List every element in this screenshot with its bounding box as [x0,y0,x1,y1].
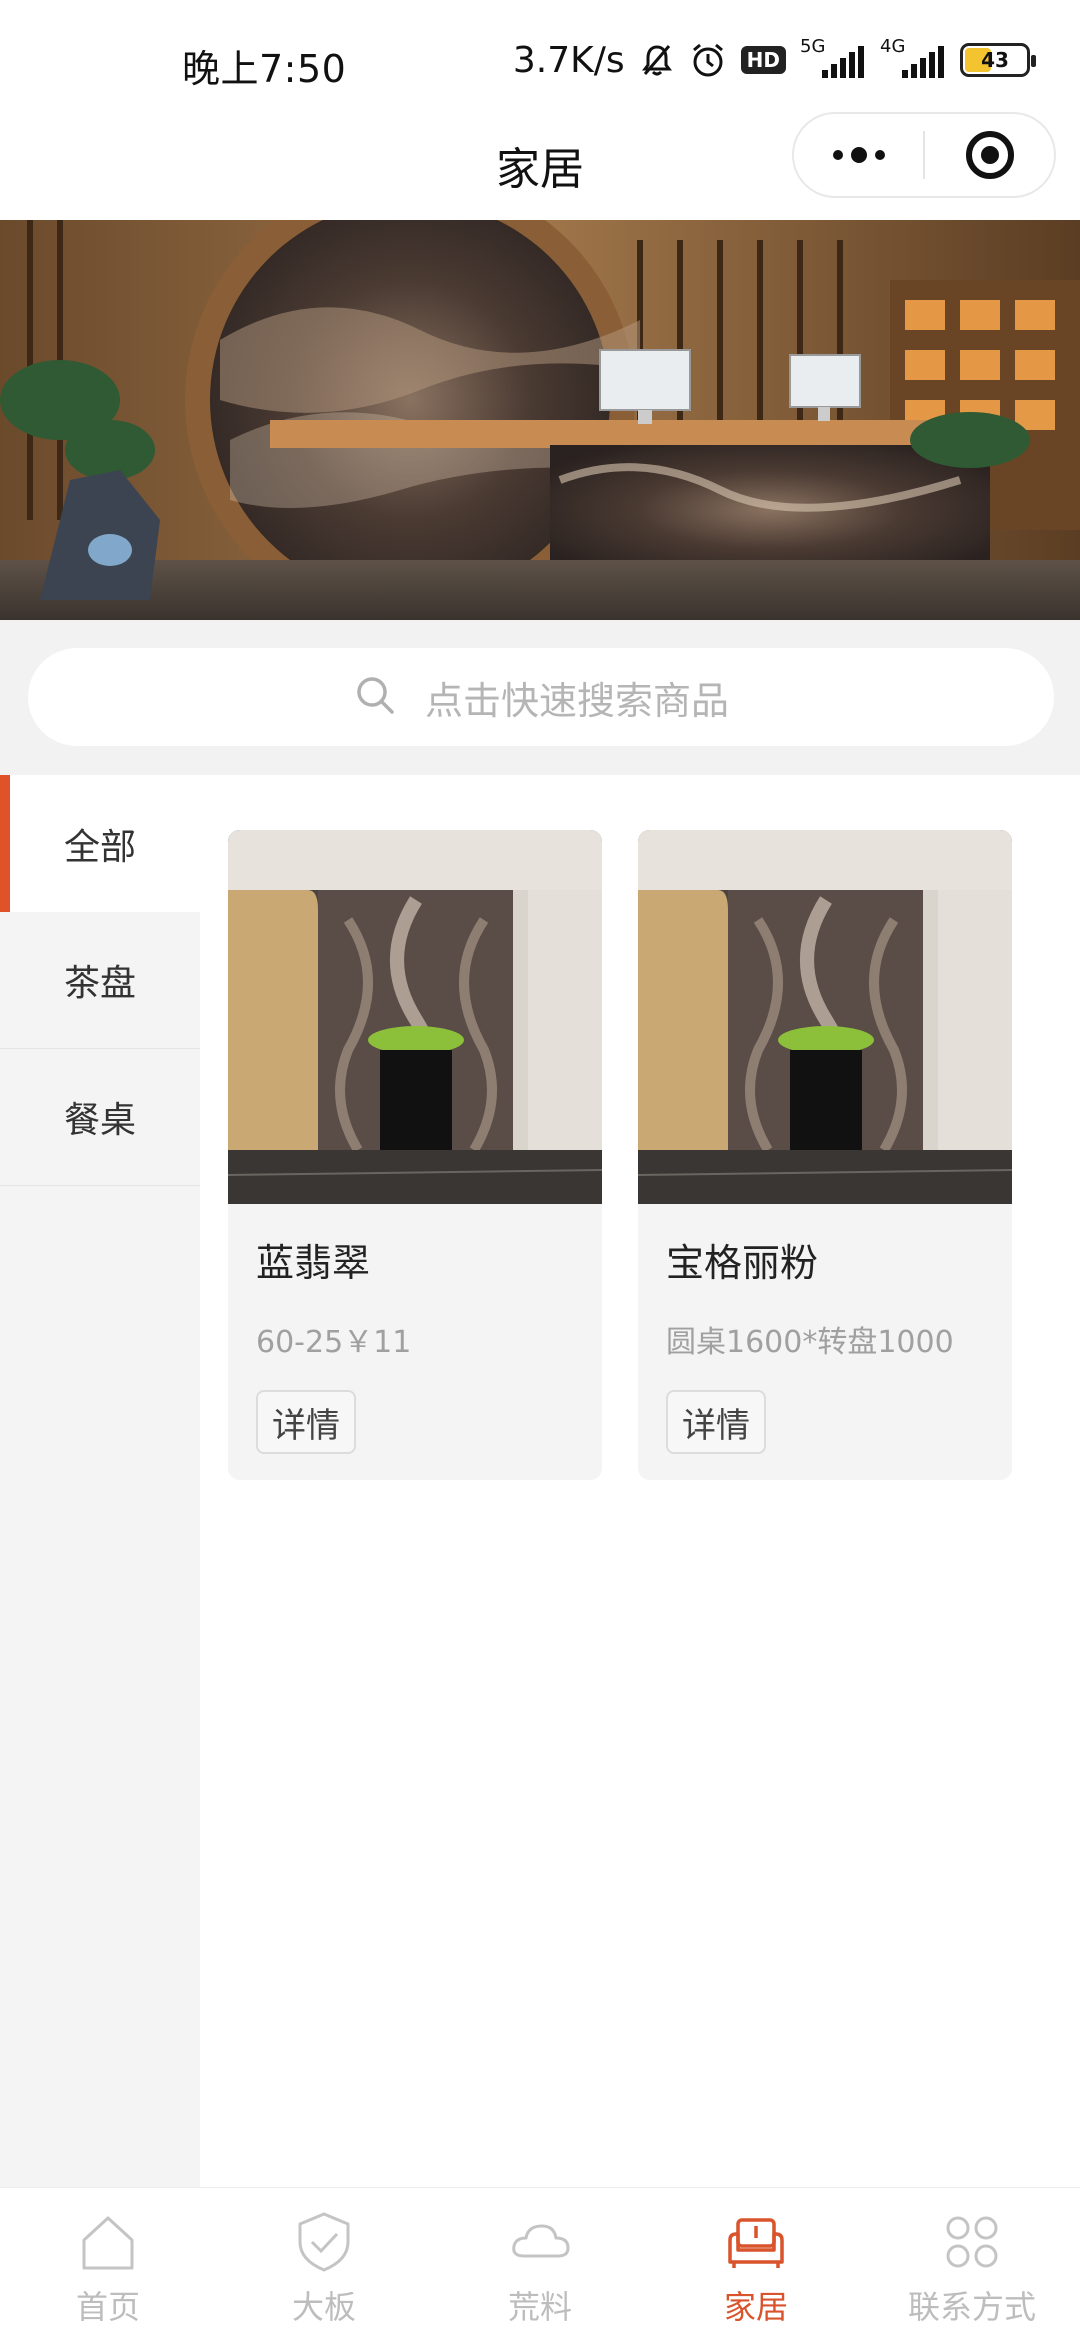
product-spec: 圆桌1600*转盘1000 [666,1325,954,1360]
product-image[interactable] [228,830,602,1204]
banner-illustration [0,220,1080,620]
more-dot-right [874,150,885,160]
product-image[interactable] [638,830,1012,1204]
target-icon-dot [980,146,999,164]
signal-bars-icon [822,46,864,78]
tab-label: 家居 [723,2288,788,2326]
mute-bell-icon [639,42,675,78]
product-card[interactable]: 蓝翡翠 60-25￥11 详情 [228,830,602,1480]
app-page: 晚上7:50 3.7K/s HD 5G 4G 43 家居 点击快速搜索商品 全部… [0,0,1080,2340]
product-name: 蓝翡翠 [256,1241,371,1285]
alarm-icon [689,41,727,79]
product-card[interactable]: 宝格丽粉 圆桌1600*转盘1000 详情 [638,830,1012,1480]
tab-label: 联系方式 [907,2288,1036,2326]
category-sidebar: 全部 茶盘 餐桌 [0,775,200,2187]
sidebar-item-label: 全部 [63,826,136,868]
target-icon [965,131,1014,179]
status-indicators: 3.7K/s HD 5G 4G 43 [512,36,1036,84]
more-dots-icon [832,150,843,160]
mini-program-capsule [792,112,1056,198]
product-image-art [228,830,602,1204]
tab-home-furnishing[interactable]: 家居 [648,2188,864,2340]
sidebar-item-label: 餐桌 [63,1100,136,1141]
battery-level: 43 [981,48,1009,72]
tab-contact[interactable]: 联系方式 [864,2188,1080,2340]
sidebar-item-label: 茶盘 [63,963,136,1004]
search-area: 点击快速搜索商品 [0,620,1080,775]
tab-label: 首页 [75,2288,140,2326]
sofa-icon [728,2218,784,2268]
battery-icon: 43 [960,43,1036,77]
signal-bars-icon [902,46,944,78]
tab-label: 大板 [291,2288,356,2326]
status-bar: 晚上7:50 3.7K/s HD 5G 4G 43 [0,0,1080,120]
product-spec: 60-25￥11 [256,1325,412,1360]
network-speed: 3.7K/s [512,39,625,81]
search-icon [353,673,397,721]
tab-bar: 首页 大板 荒料 家居 联系方式 [0,2187,1080,2340]
status-time: 晚上7:50 [182,47,347,91]
detail-button[interactable]: 详情 [666,1390,766,1454]
shield-check-icon [298,2212,350,2272]
tab-label: 荒料 [507,2288,572,2326]
home-icon [82,2216,134,2270]
tab-slab[interactable]: 大板 [216,2188,432,2340]
signal-5g: 5G [800,36,866,80]
hd-badge: HD [740,46,786,74]
tab-home[interactable]: 首页 [0,2188,216,2340]
close-button[interactable] [925,114,1054,196]
content-area: 全部 茶盘 餐桌 蓝翡翠 60-25￥11 详情 宝格丽粉 圆桌1600*转盘1… [0,775,1080,2187]
sidebar-item-all[interactable]: 全部 [0,775,200,912]
product-image-art [638,830,1012,1204]
more-button[interactable] [794,114,923,196]
cloud-icon [512,2224,570,2258]
sidebar-item-dining-table[interactable]: 餐桌 [0,1049,200,1186]
search-placeholder: 点击快速搜索商品 [424,678,729,723]
tab-raw-block[interactable]: 荒料 [432,2188,648,2340]
sidebar-item-tea-tray[interactable]: 茶盘 [0,912,200,1049]
detail-button[interactable]: 详情 [256,1390,356,1454]
grid-petals-icon [946,2216,998,2268]
more-dot-center [850,147,867,163]
banner-image[interactable] [0,220,1080,620]
search-input[interactable]: 点击快速搜索商品 [28,648,1054,746]
signal-4g: 4G [880,36,946,80]
product-name: 宝格丽粉 [666,1241,819,1285]
